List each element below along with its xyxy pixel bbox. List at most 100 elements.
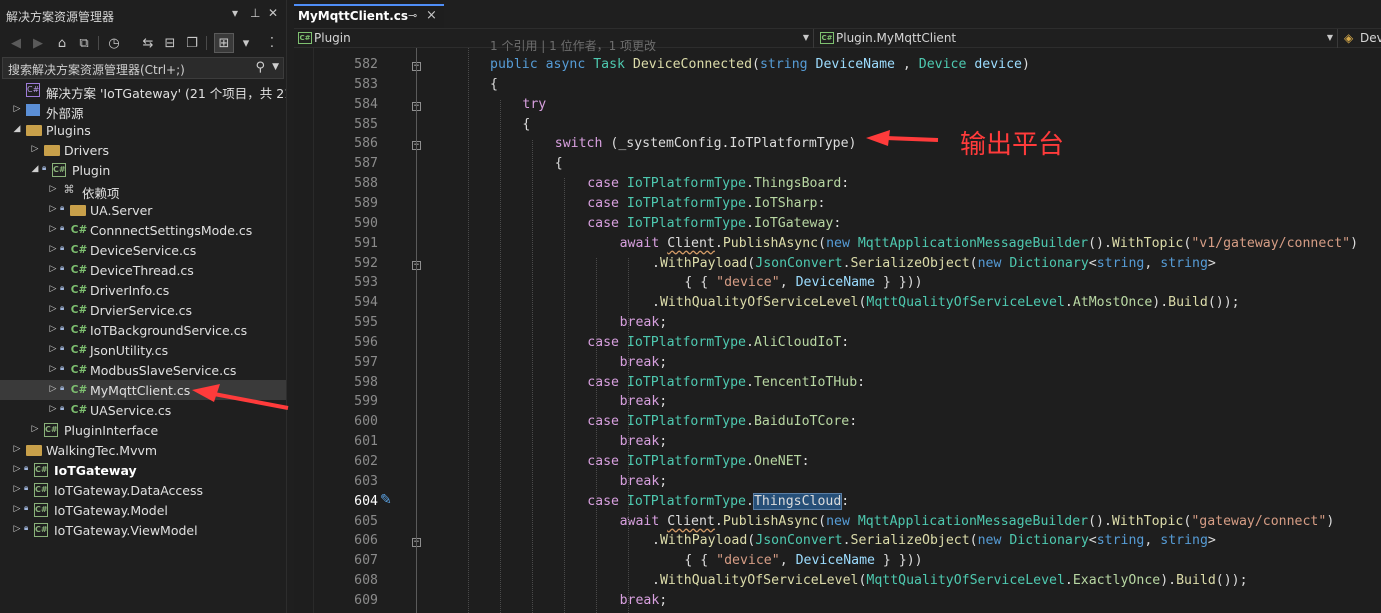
tree-item[interactable]: ▷ 🔒︎ C# DeviceService.cs xyxy=(0,240,286,260)
code-line[interactable]: break; xyxy=(620,434,668,454)
tree-item[interactable]: ▷ 🔒︎ C# DriverInfo.cs xyxy=(0,280,286,300)
code-line[interactable]: break; xyxy=(620,315,668,335)
tree-item[interactable]: C# 解决方案 'IoTGateway' (21 个项目，共 21 个 xyxy=(0,80,286,101)
pin-icon[interactable]: ⊥ xyxy=(250,6,260,20)
code-line[interactable]: break; xyxy=(620,394,668,414)
toolbar-overflow-icon[interactable]: ⁚ xyxy=(262,33,282,53)
expand-arrow-icon[interactable]: ▷ xyxy=(48,344,58,354)
codelens-info[interactable]: 1 个引用 | 1 位作者，1 项更改 xyxy=(490,37,656,57)
expand-arrow-icon[interactable]: ▷ xyxy=(48,324,58,334)
tab-mymqttclient[interactable]: MyMqttClient.cs ⊸ × xyxy=(294,4,444,28)
code-line[interactable]: { xyxy=(490,77,498,97)
code-line[interactable]: .WithPayload(JsonConvert.SerializeObject… xyxy=(652,256,1216,276)
tab-close-icon[interactable]: × xyxy=(426,8,437,23)
show-all-files-icon[interactable]: ❐ xyxy=(182,33,202,53)
code-line[interactable]: .WithQualityOfServiceLevel(MqttQualityOf… xyxy=(652,573,1248,593)
tree-item[interactable]: ▷ 🔒︎ C# ModbusSlaveService.cs xyxy=(0,360,286,380)
code-line[interactable]: .WithQualityOfServiceLevel(MqttQualityOf… xyxy=(652,295,1240,315)
expand-arrow-icon[interactable]: ▷ xyxy=(48,244,58,254)
expand-arrow-icon[interactable]: ▷ xyxy=(12,104,22,114)
tree-item[interactable]: ▷ 🔒︎ C# IoTGateway xyxy=(0,460,286,480)
tree-item[interactable]: ◢ 🔒︎ C# Plugin xyxy=(0,160,286,180)
collapse-arrow-icon[interactable]: ◢ xyxy=(30,164,40,174)
class-dropdown[interactable]: C# Plugin.MyMqttClient ▼ xyxy=(816,29,1338,48)
home-icon[interactable]: ⌂ xyxy=(52,33,72,53)
expand-arrow-icon[interactable]: ▷ xyxy=(48,284,58,294)
tree-item[interactable]: ▷ 🔒︎ C# IoTGateway.ViewModel xyxy=(0,520,286,540)
expand-arrow-icon[interactable]: ▷ xyxy=(48,384,58,394)
code-token: IoTPlatformType xyxy=(626,334,746,350)
code-editor: MyMqttClient.cs ⊸ × C# Plugin ▼ C# Plugi… xyxy=(294,0,1381,613)
expand-arrow-icon[interactable]: ▷ xyxy=(48,184,58,194)
tree-item[interactable]: ▷ 🔒︎ C# IoTGateway.DataAccess xyxy=(0,480,286,500)
expand-arrow-icon[interactable]: ▷ xyxy=(48,404,58,414)
code-line[interactable]: break; xyxy=(620,474,668,494)
code-token: Device xyxy=(918,57,975,72)
tree-item[interactable]: ▷ WalkingTec.Mvvm xyxy=(0,440,286,460)
code-line[interactable]: { { "device", DeviceName } })) xyxy=(684,553,922,573)
code-line[interactable]: case IoTPlatformType.ThingsCloud: xyxy=(587,492,849,514)
tree-item[interactable]: ▷ Drivers xyxy=(0,140,286,160)
expand-arrow-icon[interactable]: ▷ xyxy=(12,464,22,474)
expand-arrow-icon[interactable]: ▷ xyxy=(30,424,40,434)
tree-item[interactable]: ▷ 🔒︎ C# ConnnectSettingsMode.cs xyxy=(0,220,286,240)
code-token: new xyxy=(977,533,1010,549)
code-line[interactable]: public async Task DeviceConnected(string… xyxy=(490,57,1030,77)
code-line[interactable]: switch (_systemConfig.IoTPlatformType) xyxy=(555,136,857,156)
tree-item[interactable]: ▷ ⌘ 依赖项 xyxy=(0,180,286,201)
tree-item[interactable]: ▷ 🔒︎ C# DeviceThread.cs xyxy=(0,260,286,280)
code-line[interactable]: case IoTPlatformType.OneNET: xyxy=(587,454,809,474)
tree-item[interactable]: ▷ 🔒︎ C# IoTGateway.Model xyxy=(0,500,286,520)
csharp-project-icon: C# xyxy=(298,32,312,44)
tree-item[interactable]: ▷ C# PluginInterface xyxy=(0,420,286,440)
member-dropdown[interactable]: ◈ Devi xyxy=(1340,29,1381,48)
expand-arrow-icon[interactable]: ▷ xyxy=(12,484,22,494)
pending-changes-filter-icon[interactable]: ◷ xyxy=(104,33,124,53)
tree-item[interactable]: ▷ 外部源 xyxy=(0,100,286,121)
code-line[interactable]: case IoTPlatformType.IoTSharp: xyxy=(587,196,825,216)
code-line[interactable]: { xyxy=(522,117,530,137)
code-line[interactable]: case IoTPlatformType.ThingsBoard: xyxy=(587,176,849,196)
code-line[interactable]: break; xyxy=(620,355,668,375)
collapse-all-icon[interactable]: ⊟ xyxy=(160,33,180,53)
code-line[interactable]: { { "device", DeviceName } })) xyxy=(684,275,922,295)
code-area[interactable]: 1 个引用 | 1 位作者，1 项更改 ✎ 582 public async Ta… xyxy=(294,39,1381,613)
code-line[interactable]: break; xyxy=(620,593,668,613)
forward-icon[interactable]: ▶ xyxy=(28,33,48,53)
expand-arrow-icon[interactable]: ▷ xyxy=(48,204,58,214)
expand-arrow-icon[interactable]: ▷ xyxy=(48,364,58,374)
expand-arrow-icon[interactable]: ▷ xyxy=(12,444,22,454)
tree-item[interactable]: ▷ 🔒︎ C# DrvierService.cs xyxy=(0,300,286,320)
expand-arrow-icon[interactable]: ▷ xyxy=(30,144,40,154)
quick-actions-pen-icon[interactable]: ✎ xyxy=(380,492,392,508)
tab-pin-icon[interactable]: ⊸ xyxy=(408,9,417,22)
expand-arrow-icon[interactable]: ▷ xyxy=(48,304,58,314)
code-line[interactable]: await Client.PublishAsync(new MqttApplic… xyxy=(620,236,1358,256)
expand-arrow-icon[interactable]: ▷ xyxy=(48,224,58,234)
code-line[interactable]: .WithPayload(JsonConvert.SerializeObject… xyxy=(652,533,1216,553)
expand-arrow-icon[interactable]: ▷ xyxy=(12,524,22,534)
tree-item[interactable]: ▷ 🔒︎ UA.Server xyxy=(0,200,286,220)
code-line[interactable]: case IoTPlatformType.IoTGateway: xyxy=(587,216,841,236)
properties-icon[interactable]: ⊞ xyxy=(214,33,234,53)
code-line[interactable]: { xyxy=(555,156,563,176)
code-line[interactable]: case IoTPlatformType.AliCloudIoT: xyxy=(587,335,849,355)
search-options-dropdown-icon[interactable]: ▼ xyxy=(272,62,279,72)
code-line[interactable]: await Client.PublishAsync(new MqttApplic… xyxy=(620,514,1335,534)
tree-item[interactable]: ▷ 🔒︎ C# IoTBackgroundService.cs xyxy=(0,320,286,340)
toolbar-more-dropdown-icon[interactable]: ▾ xyxy=(236,33,256,53)
window-position-dropdown-icon[interactable]: ▾ xyxy=(232,6,238,20)
tree-item[interactable]: ◢ Plugins xyxy=(0,120,286,140)
pane-splitter[interactable] xyxy=(286,0,294,613)
code-line[interactable]: try xyxy=(522,97,546,117)
search-icon[interactable]: ⚲ xyxy=(255,60,265,75)
back-icon[interactable]: ◀ xyxy=(6,33,26,53)
close-pane-icon[interactable]: ✕ xyxy=(268,6,278,20)
switch-views-icon[interactable]: ⧉ xyxy=(74,33,94,53)
collapse-arrow-icon[interactable]: ◢ xyxy=(12,124,22,134)
solution-search-box[interactable]: 搜索解决方案资源管理器(Ctrl+;) ⚲ ▼ xyxy=(2,57,284,79)
expand-arrow-icon[interactable]: ▷ xyxy=(12,504,22,514)
tree-item[interactable]: ▷ 🔒︎ C# JsonUtility.cs xyxy=(0,340,286,360)
expand-arrow-icon[interactable]: ▷ xyxy=(48,264,58,274)
sync-active-document-icon[interactable]: ⇆ xyxy=(138,33,158,53)
